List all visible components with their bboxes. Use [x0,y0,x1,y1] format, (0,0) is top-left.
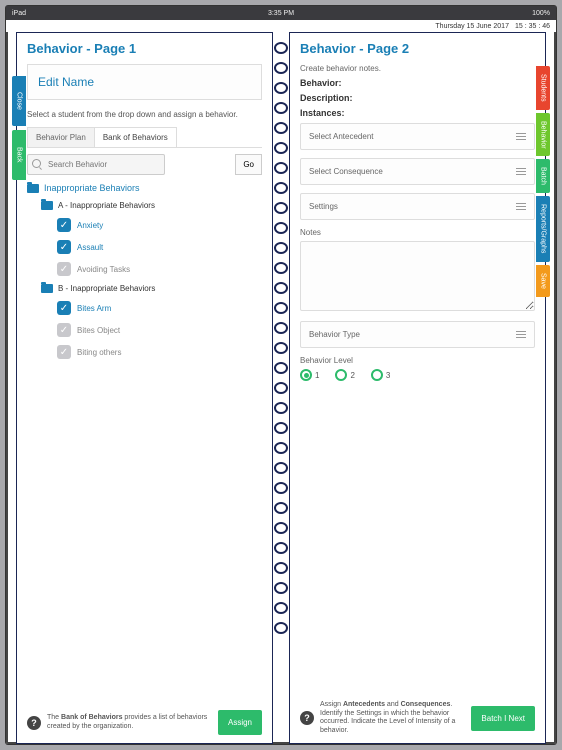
status-battery: 100% [532,10,550,17]
right-side-tabs: Students Behavior Batch Reports/Graphs Save [536,66,550,297]
behavior-label: Bites Arm [77,304,111,313]
select-antecedent[interactable]: Select Antecedent [300,123,535,150]
date-bar: Thursday 15 June 2017 15 : 35 : 46 [6,20,556,32]
radio-icon [371,369,383,381]
radio-level-2[interactable]: 2 [335,369,354,381]
side-tab-back[interactable]: Back [12,130,26,180]
hamburger-icon [516,168,526,175]
folder-icon [41,201,53,210]
notes-label: Notes [300,228,535,237]
checkbox-icon[interactable]: ✓ [57,240,71,254]
folder-label: B - Inappropriate Behaviors [58,284,155,293]
intro-text: Create behavior notes. [300,64,535,73]
status-time: 3:35 PM [268,10,294,17]
folder-root[interactable]: Inappropriate Behaviors [27,183,262,193]
status-bar: iPad 3:35 PM 100% [6,6,556,20]
behavior-label: Assault [77,243,103,252]
help-icon[interactable]: ? [27,716,41,730]
checkbox-icon[interactable]: ✓ [57,218,71,232]
behavior-item[interactable]: ✓ Assault [57,240,262,254]
side-tab-save[interactable]: Save [536,265,550,297]
behavior-item[interactable]: ✓ Anxiety [57,218,262,232]
page-title: Behavior - Page 1 [27,41,262,56]
behavior-item[interactable]: ✓ Biting others [57,345,262,359]
radio-icon [300,369,312,381]
side-tab-students[interactable]: Students [536,66,550,110]
checkbox-icon[interactable]: ✓ [57,262,71,276]
folder-label: Inappropriate Behaviors [44,183,140,193]
search-icon [32,159,41,168]
help-icon[interactable]: ? [300,711,314,725]
page-2: Behavior - Page 2 Create behavior notes.… [289,32,546,744]
radio-level-1[interactable]: 1 [300,369,319,381]
folder-icon [41,284,53,293]
checkbox-icon[interactable]: ✓ [57,301,71,315]
tab-bank-of-behaviors[interactable]: Bank of Behaviors [94,127,177,147]
hamburger-icon [516,331,526,338]
go-button[interactable]: Go [235,154,262,175]
radio-icon [335,369,347,381]
checkbox-icon[interactable]: ✓ [57,323,71,337]
assign-button[interactable]: Assign [218,710,262,735]
notebook-binding [273,32,289,744]
footer-help-text: Assign Antecedents and Consequences. Ide… [320,701,465,735]
description-label: Description: [300,93,535,103]
date-day: Thursday 15 June 2017 [435,23,509,30]
behavior-item[interactable]: ✓ Bites Arm [57,301,262,315]
behavior-item[interactable]: ✓ Bites Object [57,323,262,337]
side-tab-close[interactable]: Close [12,76,26,126]
behavior-level-label: Behavior Level [300,356,535,365]
tab-row: Behavior Plan Bank of Behaviors [27,127,262,148]
side-tab-behavior[interactable]: Behavior [536,113,550,157]
folder-group-b[interactable]: B - Inappropriate Behaviors [41,284,262,293]
hamburger-icon [516,203,526,210]
behavior-label: Biting others [77,348,121,357]
behavior-label: Behavior: [300,78,535,88]
select-settings[interactable]: Settings [300,193,535,220]
side-tab-batch[interactable]: Batch [536,159,550,193]
checkbox-icon[interactable]: ✓ [57,345,71,359]
folder-icon [27,184,39,193]
select-consequence[interactable]: Select Consequence [300,158,535,185]
page-title: Behavior - Page 2 [300,41,535,56]
page-1: Behavior - Page 1 Edit Name Select a stu… [16,32,273,744]
folder-label: A - Inappropriate Behaviors [58,201,155,210]
behavior-label: Avoiding Tasks [77,265,130,274]
select-behavior-type[interactable]: Behavior Type [300,321,535,348]
side-tab-reports-graphs[interactable]: Reports/Graphs [536,196,550,261]
behavior-item[interactable]: ✓ Avoiding Tasks [57,262,262,276]
radio-level-3[interactable]: 3 [371,369,390,381]
batch-next-button[interactable]: Batch I Next [471,706,535,731]
edit-name-field[interactable]: Edit Name [27,64,262,100]
instances-label: Instances: [300,108,535,118]
hamburger-icon [516,133,526,140]
search-input[interactable] [27,154,165,175]
status-device: iPad [12,10,26,17]
behavior-label: Bites Object [77,326,120,335]
page-hint: Select a student from the drop down and … [27,110,262,119]
folder-group-a[interactable]: A - Inappropriate Behaviors [41,201,262,210]
behavior-label: Anxiety [77,221,103,230]
tab-behavior-plan[interactable]: Behavior Plan [27,127,95,147]
notes-textarea[interactable] [300,241,535,311]
date-time: 15 : 35 : 46 [515,23,550,30]
left-side-tabs: Close Back [12,76,26,180]
footer-help-text: The Bank of Behaviors provides a list of… [47,714,212,731]
